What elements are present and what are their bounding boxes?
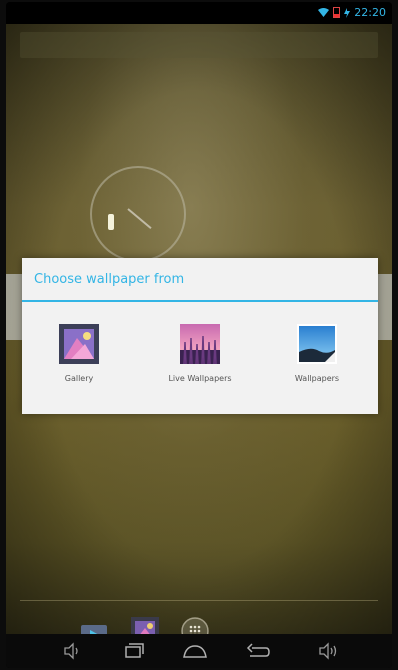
status-time: 22:20 [354, 6, 386, 19]
clock-hand [127, 208, 152, 230]
option-gallery[interactable]: Gallery [24, 324, 134, 383]
home-icon[interactable] [180, 640, 210, 662]
option-label-live-wallpapers: Live Wallpapers [168, 374, 232, 383]
recent-apps-icon[interactable] [118, 640, 148, 662]
wallpapers-icon [297, 324, 337, 364]
left-panel-edge [6, 274, 22, 340]
right-panel-edge [376, 274, 392, 340]
status-bar: 22:20 [6, 2, 392, 24]
volume-down-icon[interactable] [56, 640, 86, 662]
live-wallpapers-icon [180, 324, 220, 364]
status-icons: 22:20 [318, 6, 386, 19]
dock-divider [20, 600, 378, 601]
charging-icon [344, 7, 351, 18]
option-label-wallpapers: Wallpapers [294, 374, 340, 383]
volume-up-icon[interactable] [312, 640, 342, 662]
clock-widget[interactable] [90, 166, 186, 262]
gallery-icon [59, 324, 99, 364]
dialog-title: Choose wallpaper from [34, 272, 185, 287]
search-bar[interactable] [20, 32, 378, 58]
choose-wallpaper-dialog: Choose wallpaper from Gallery Live Wallp… [22, 258, 378, 414]
wifi-icon [318, 8, 330, 17]
option-wallpapers[interactable]: Wallpapers [262, 324, 372, 383]
clock-indicator [108, 214, 114, 230]
dialog-divider [22, 300, 378, 302]
device-screen: 22:20 Choose wallpaper from Gallery Live… [6, 2, 392, 668]
option-live-wallpapers[interactable]: Live Wallpapers [145, 324, 255, 383]
option-label-gallery: Gallery [64, 374, 94, 383]
back-icon[interactable] [242, 640, 272, 662]
navigation-bar [6, 634, 392, 668]
battery-icon [333, 7, 341, 18]
